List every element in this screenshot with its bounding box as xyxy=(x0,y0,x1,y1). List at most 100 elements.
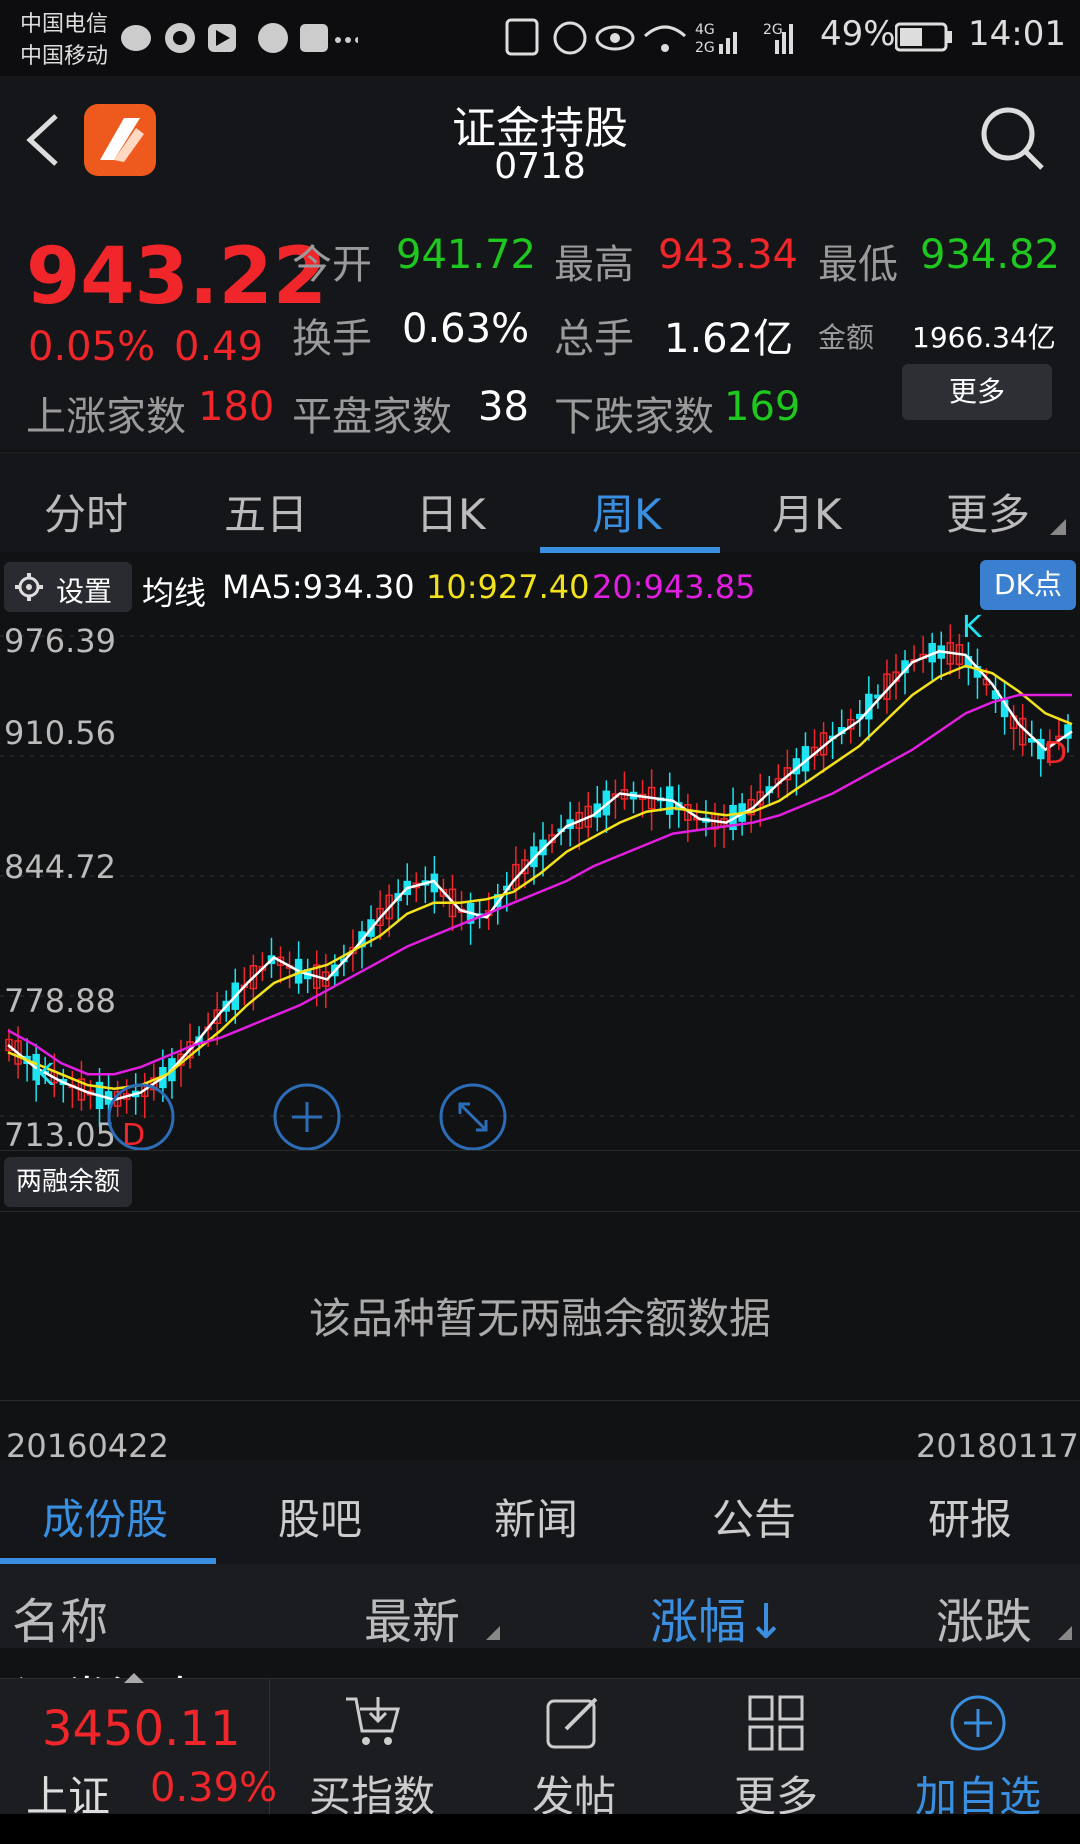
period-tabs: 分时 五日 日K 周K 月K 更多 xyxy=(0,452,1080,553)
add-watchlist-button[interactable]: 加自选 xyxy=(878,1679,1078,1821)
system-icons: 4G 2G 2G xyxy=(505,18,793,56)
battery-icon xyxy=(895,22,952,52)
clock: 14:01 xyxy=(968,14,1066,54)
ma-line-ma10 xyxy=(7,664,1073,1091)
more-quote-button[interactable]: 更多 xyxy=(902,364,1052,420)
change-value: 0.49 xyxy=(174,324,264,370)
app-root: 中国电信 中国移动 4G 2G 2G 49% 14:01 证金持股 0718 9… xyxy=(0,0,1080,1844)
ma20-value: 20:943.85 xyxy=(592,568,756,606)
col-change[interactable]: 涨跌 xyxy=(936,1582,1032,1652)
ma-line-ma20 xyxy=(7,693,1072,1076)
margin-balance-panel: 两融余额 该品种暂无两融余额数据 xyxy=(0,1150,1080,1400)
tab-forum[interactable]: 股吧 xyxy=(278,1486,362,1547)
col-name[interactable]: 名称 xyxy=(12,1582,108,1652)
table-row[interactable]: 证券海专 xyxy=(0,1648,1080,1678)
tab-news[interactable]: 新闻 xyxy=(494,1486,578,1547)
high-label: 最高 xyxy=(554,242,634,288)
carrier-1: 中国电信 xyxy=(20,12,109,37)
high-value: 943.34 xyxy=(658,232,798,278)
open-value: 941.72 xyxy=(396,232,536,278)
tab-active-indicator xyxy=(540,547,720,553)
volume-label: 总手 xyxy=(554,316,634,362)
bottom-nav: 3450.11 上证 0.39% 买指数 发帖 更多 加自选 xyxy=(0,1673,1080,1821)
y-tick-4: 778.88 xyxy=(4,982,116,1020)
col-change-pct[interactable]: 涨幅↓ xyxy=(650,1582,786,1652)
carrier-2: 中国移动 xyxy=(20,44,109,69)
search-icon[interactable] xyxy=(978,104,1048,174)
index-value: 3450.11 xyxy=(42,1701,241,1757)
tab-more[interactable]: 更多 xyxy=(946,481,1030,542)
net-label-1: 4G xyxy=(695,22,715,38)
ma-label: 均线 xyxy=(142,574,207,612)
tab-intraday[interactable]: 分时 xyxy=(44,481,128,542)
tab-five-day[interactable]: 五日 xyxy=(224,481,308,542)
crosshair-circle-icon[interactable] xyxy=(106,1082,176,1152)
battery-percent: 49% xyxy=(820,14,896,54)
settings-button[interactable]: 设置 xyxy=(4,562,132,612)
down-count: 169 xyxy=(724,384,801,430)
buy-index-button[interactable]: 买指数 xyxy=(272,1679,472,1821)
turnover-value: 0.63% xyxy=(402,306,530,352)
k-marker-left: K xyxy=(34,1058,54,1093)
index-ticker[interactable]: 3450.11 上证 0.39% xyxy=(0,1679,277,1821)
flat-count-label: 平盘家数 xyxy=(292,394,452,440)
cart-icon xyxy=(346,1697,400,1745)
turnover-label: 换手 xyxy=(292,316,372,362)
indicator-bar: 设置 均线 MA5:934.30 10:927.40 20:943.85 DK点 xyxy=(0,556,1080,616)
svg-text:2G: 2G xyxy=(763,22,783,38)
empty-state-text: 该品种暂无两融余额数据 xyxy=(308,1294,771,1343)
amount-label: 金额 xyxy=(818,321,875,354)
table-header: 名称 最新 涨幅↓ 涨跌 xyxy=(0,1564,1080,1650)
dk-point-button[interactable]: DK点 xyxy=(980,560,1076,610)
amount-value: 1966.34亿 xyxy=(912,321,1056,354)
flat-count: 38 xyxy=(478,384,529,430)
content-tabs: 成份股 股吧 新闻 公告 研报 xyxy=(0,1460,1080,1564)
col-latest[interactable]: 最新 xyxy=(364,1582,460,1652)
corner-triangle-icon xyxy=(1050,519,1066,535)
tab-daily-k[interactable]: 日K xyxy=(416,481,486,542)
open-label: 今开 xyxy=(292,242,372,288)
post-button[interactable]: 发帖 xyxy=(474,1679,674,1821)
change-percent: 0.05% xyxy=(28,324,156,370)
fullscreen-icon[interactable] xyxy=(438,1082,508,1152)
tab-monthly-k[interactable]: 月K xyxy=(772,481,842,542)
system-nav-bar xyxy=(0,1814,1080,1844)
app-header: 证金持股 0718 xyxy=(0,76,1080,196)
tab-constituents[interactable]: 成份股 xyxy=(42,1486,168,1547)
sort-corner-icon xyxy=(486,1626,500,1640)
grid-icon xyxy=(748,1695,804,1751)
last-price: 943.22 xyxy=(26,232,327,322)
sort-corner-icon-2 xyxy=(1058,1626,1072,1640)
stock-code: 0718 xyxy=(494,146,586,187)
y-tick-2: 910.56 xyxy=(4,714,116,752)
status-bar: 中国电信 中国移动 4G 2G 2G 49% 14:01 xyxy=(0,0,1080,76)
row-name-partial: 证券海专 xyxy=(14,1660,206,1678)
tab-announcements[interactable]: 公告 xyxy=(712,1486,796,1547)
divider xyxy=(0,1211,1080,1212)
add-circle-icon xyxy=(950,1695,1006,1751)
ma10-value: 10:927.40 xyxy=(426,568,590,606)
low-value: 934.82 xyxy=(920,232,1060,278)
zoom-in-icon[interactable] xyxy=(272,1082,342,1152)
y-tick-5: 713.05 xyxy=(4,1116,116,1154)
margin-balance-button[interactable]: 两融余额 xyxy=(4,1157,132,1207)
ma5-value: MA5:934.30 xyxy=(222,568,415,606)
y-tick-1: 976.39 xyxy=(4,622,116,660)
down-count-label: 下跌家数 xyxy=(554,394,714,440)
tab-research[interactable]: 研报 xyxy=(928,1486,1012,1547)
tab-weekly-k[interactable]: 周K xyxy=(592,481,662,542)
settings-label: 设置 xyxy=(56,575,113,608)
up-count-label: 上涨家数 xyxy=(26,394,186,440)
y-tick-3: 844.72 xyxy=(4,848,116,886)
up-count: 180 xyxy=(198,384,275,430)
index-change: 0.39% xyxy=(150,1765,278,1811)
more-nav-button[interactable]: 更多 xyxy=(676,1679,876,1821)
k-marker-right: K xyxy=(962,610,982,645)
d-marker-right: D xyxy=(1044,736,1068,771)
candlestick-chart[interactable]: 976.39 910.56 844.72 778.88 713.05 K D K… xyxy=(0,610,1080,1154)
quote-panel: 943.22 0.05% 0.49 上涨家数 180 今开 941.72 最高 … xyxy=(0,196,1080,450)
notification-icons xyxy=(121,23,358,53)
gear-icon xyxy=(15,573,43,601)
date-range-bar: 20160422 20180117 xyxy=(0,1400,1080,1465)
chart-canvas xyxy=(0,624,1080,1127)
